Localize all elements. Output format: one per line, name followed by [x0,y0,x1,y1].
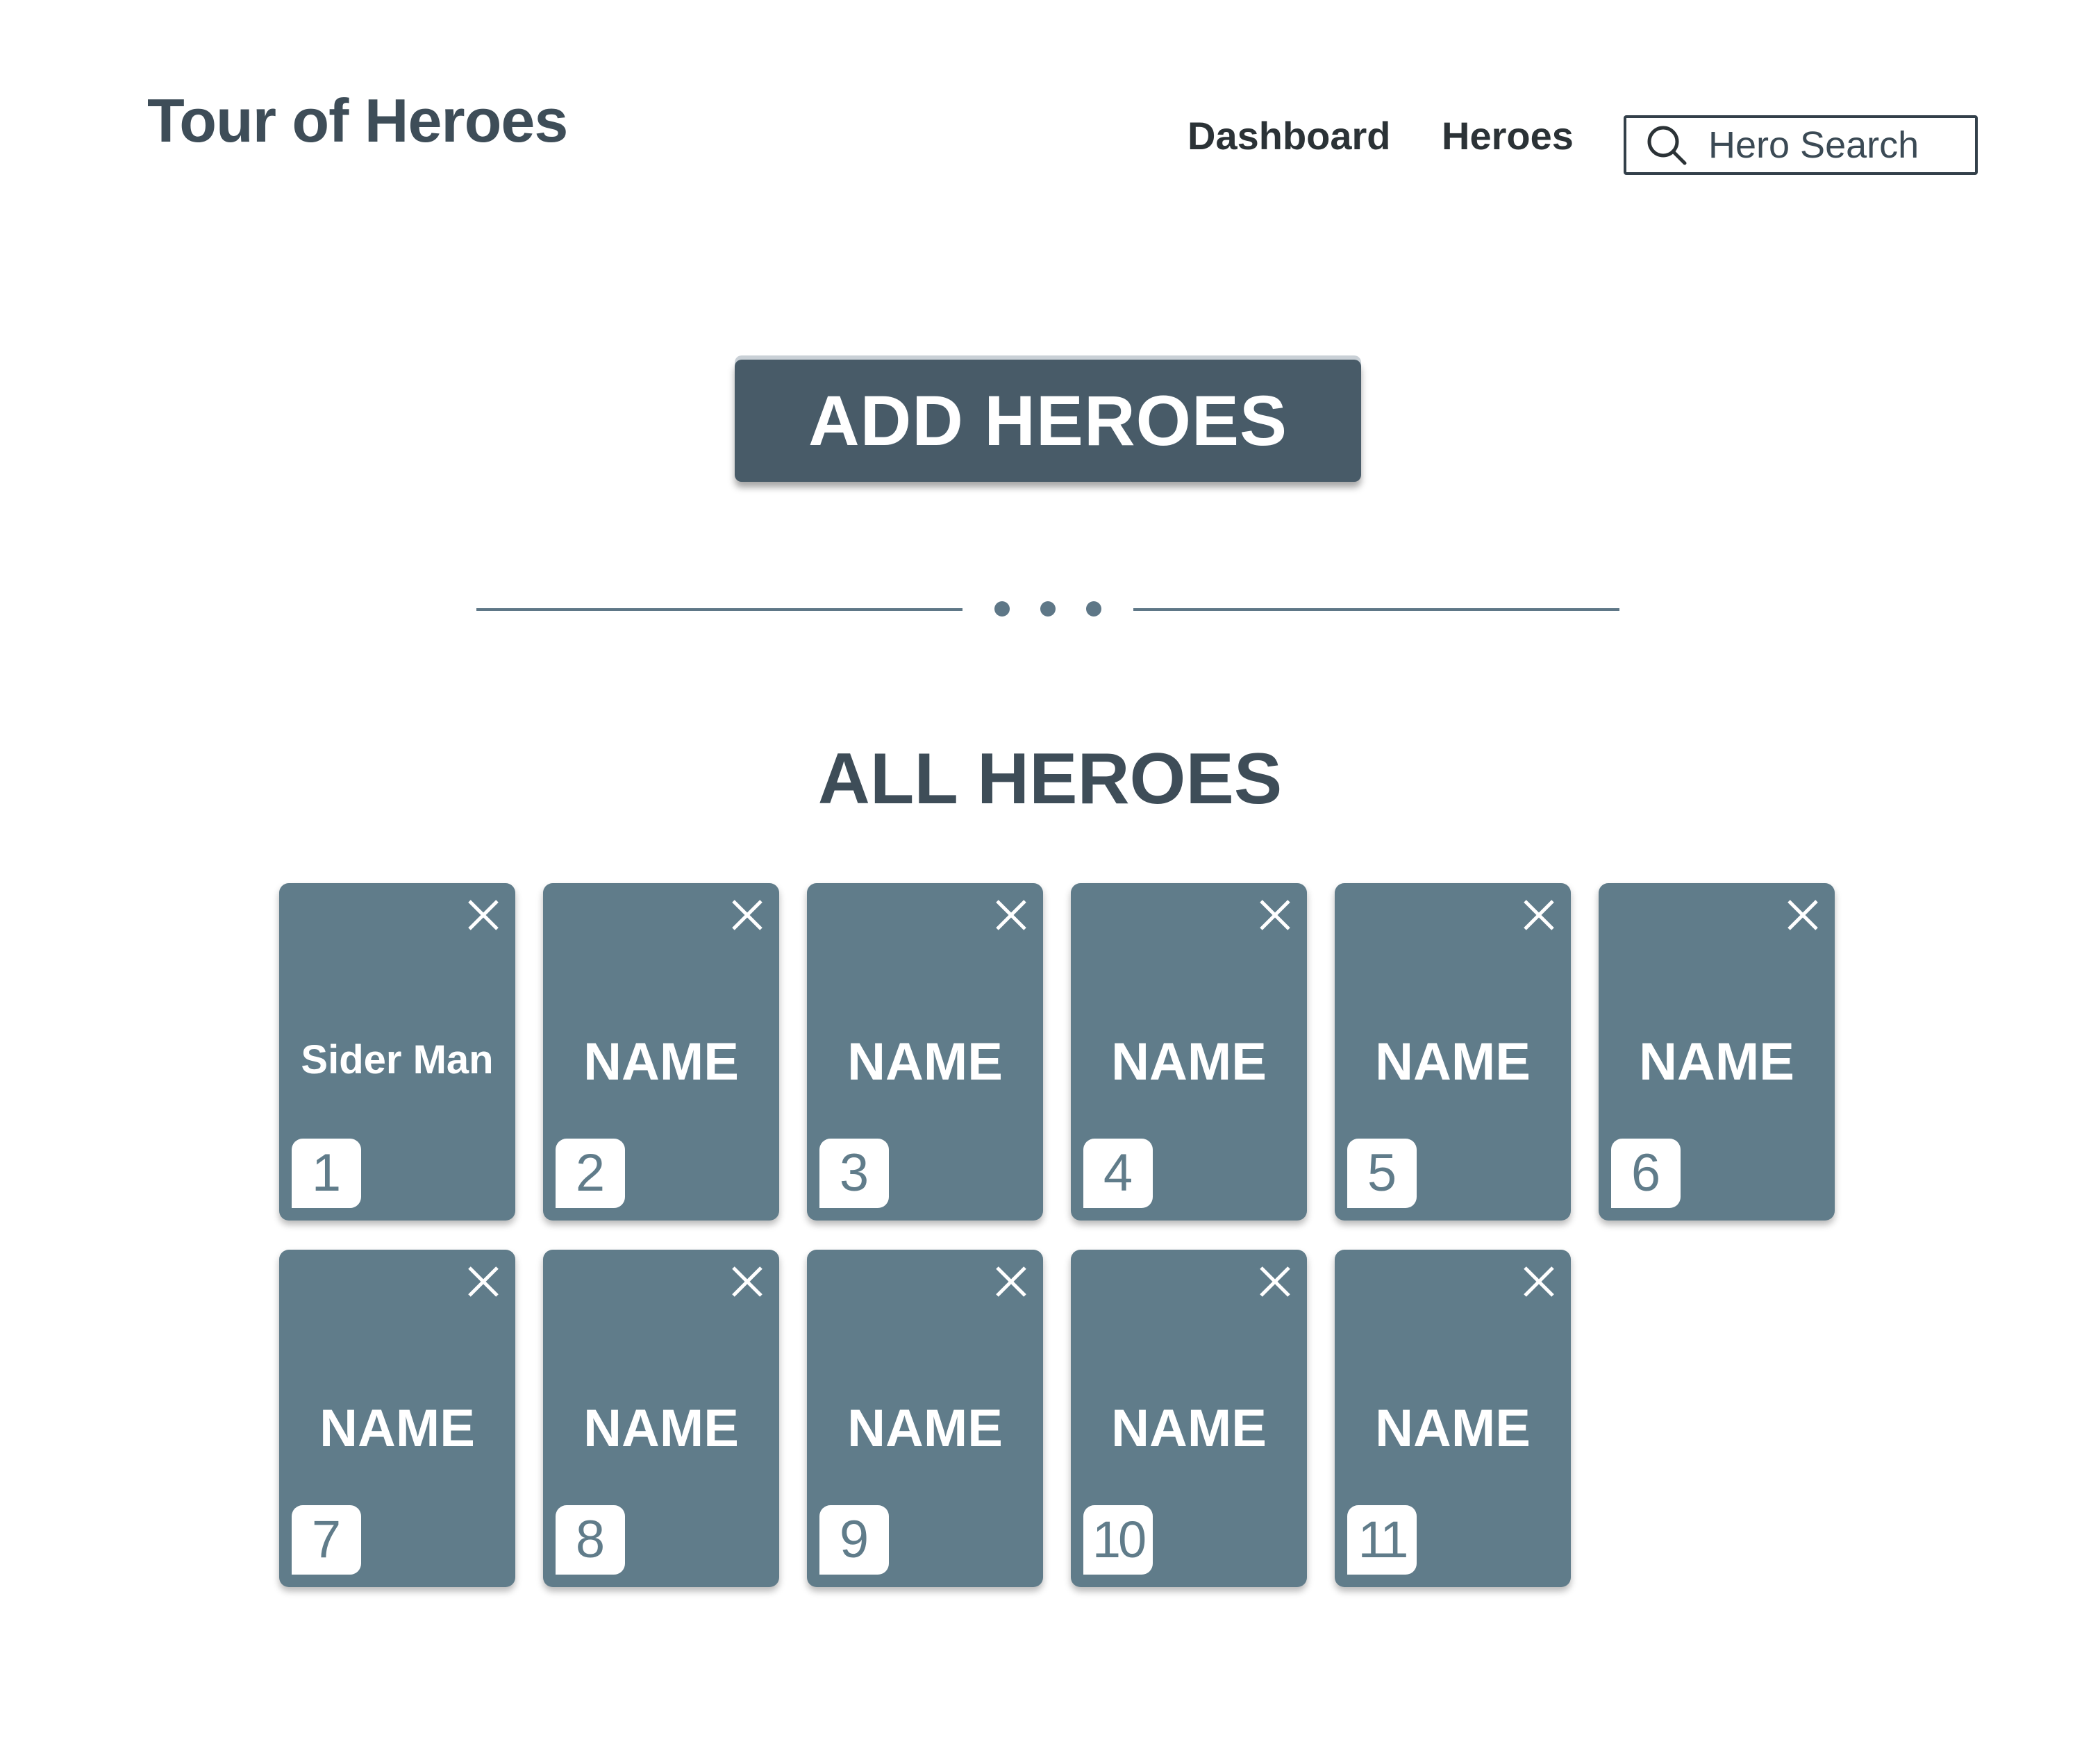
hero-name: NAME [583,1032,739,1091]
close-icon [468,900,499,930]
hero-card[interactable]: Sider Man 1 [279,883,515,1221]
close-icon [732,900,762,930]
hero-card[interactable]: NAME 10 [1071,1250,1307,1587]
divider-line-right [1133,608,1619,611]
hero-name: NAME [1639,1032,1794,1091]
hero-name: NAME [847,1399,1003,1458]
hero-card[interactable]: NAME 5 [1335,883,1571,1221]
nav-dashboard-link[interactable]: Dashboard [1188,117,1391,156]
delete-hero-button[interactable] [1254,894,1296,936]
section-title: ALL HEROES [817,739,1283,819]
add-heroes-button[interactable]: ADD HEROES [735,360,1361,482]
hero-name: NAME [1111,1399,1267,1458]
hero-name: Sider Man [301,1037,494,1082]
hero-id-badge: 5 [1347,1139,1417,1208]
hero-card[interactable]: NAME 7 [279,1250,515,1587]
divider-dot [1086,601,1101,617]
delete-hero-button[interactable] [726,894,768,936]
hero-id-badge: 6 [1611,1139,1681,1208]
nav-heroes-link[interactable]: Heroes [1442,117,1574,156]
hero-id-badge: 10 [1083,1505,1153,1575]
hero-id-badge: 9 [819,1505,889,1575]
hero-name: NAME [583,1399,739,1458]
divider-line-left [476,608,962,611]
search-icon [1642,120,1692,170]
delete-hero-button[interactable] [990,1261,1032,1302]
hero-name: NAME [1375,1032,1531,1091]
delete-hero-button[interactable] [1254,1261,1296,1302]
hero-search-input[interactable] [1708,124,1958,167]
close-icon [468,1266,499,1297]
close-icon [996,1266,1026,1297]
hero-id-badge: 2 [556,1139,625,1208]
hero-name: NAME [319,1399,475,1458]
hero-id-badge: 11 [1347,1505,1417,1575]
hero-id-badge: 3 [819,1139,889,1208]
delete-hero-button[interactable] [990,894,1032,936]
divider-dot [1040,601,1056,617]
hero-name: NAME [1111,1032,1267,1091]
delete-hero-button[interactable] [1518,894,1560,936]
divider-dot [994,601,1010,617]
hero-id-badge: 4 [1083,1139,1153,1208]
hero-name: NAME [1375,1399,1531,1458]
close-icon [996,900,1026,930]
close-icon [732,1266,762,1297]
hero-card[interactable]: NAME 4 [1071,883,1307,1221]
close-icon [1788,900,1818,930]
delete-hero-button[interactable] [726,1261,768,1302]
delete-hero-button[interactable] [462,894,504,936]
delete-hero-button[interactable] [462,1261,504,1302]
hero-card[interactable]: NAME 3 [807,883,1043,1221]
hero-id-badge: 8 [556,1505,625,1575]
close-icon [1524,1266,1554,1297]
delete-hero-button[interactable] [1782,894,1824,936]
close-icon [1524,900,1554,930]
app-title: Tour of Heroes [147,86,568,155]
hero-card[interactable]: NAME 9 [807,1250,1043,1587]
hero-card[interactable]: NAME 11 [1335,1250,1571,1587]
hero-search-box[interactable] [1624,115,1978,175]
hero-card[interactable]: NAME 8 [543,1250,779,1587]
hero-grid: Sider Man 1 NAME 2 NAME 3 NAME 4 NAME 5 … [279,883,1839,1587]
close-icon [1260,900,1290,930]
hero-name: NAME [847,1032,1003,1091]
hero-card[interactable]: NAME 2 [543,883,779,1221]
hero-card[interactable]: NAME 6 [1599,883,1835,1221]
delete-hero-button[interactable] [1518,1261,1560,1302]
hero-id-badge: 1 [292,1139,361,1208]
close-icon [1260,1266,1290,1297]
hero-id-badge: 7 [292,1505,361,1575]
